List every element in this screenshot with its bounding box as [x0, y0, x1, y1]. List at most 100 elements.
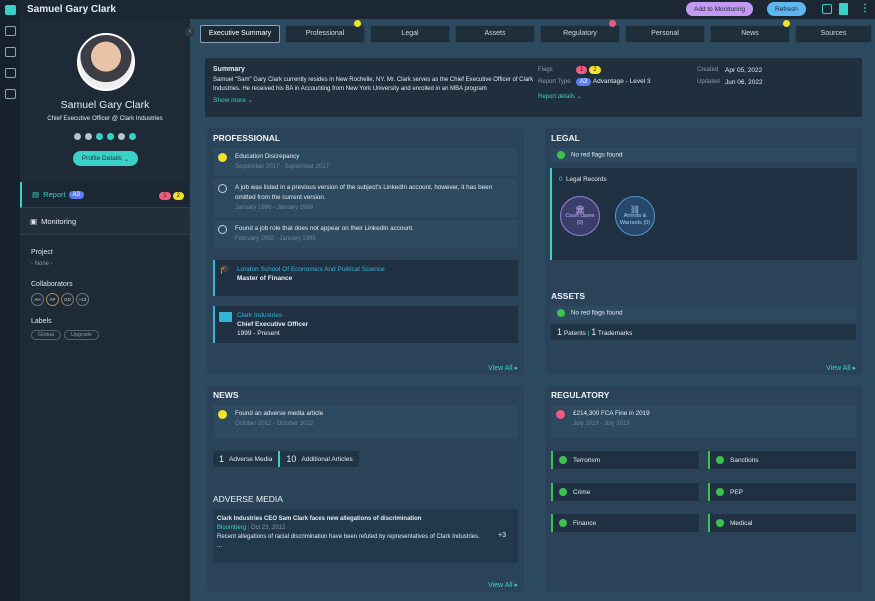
flag-indicator: [609, 20, 616, 27]
check-sanctions[interactable]: Sanctions: [708, 451, 856, 469]
finding-date: September 2017 - September 2017: [235, 164, 330, 170]
briefcase-icon: [219, 312, 232, 322]
summary-title: Summary: [213, 66, 245, 73]
facebook-icon[interactable]: [118, 133, 125, 140]
collaborator-avatar[interactable]: AP: [46, 293, 59, 306]
article-date: Oct 23, 2012: [250, 525, 286, 531]
legal-title: LEGAL: [551, 133, 580, 143]
news-panel: NEWS Found an adverse media article Octob…: [207, 385, 524, 592]
article-card[interactable]: Clark Industries CEO Sam Clark faces new…: [213, 509, 518, 563]
check-terrorism[interactable]: Terrorism: [551, 451, 699, 469]
collaborator-avatar[interactable]: AH: [31, 293, 44, 306]
add-to-monitoring-button[interactable]: Add to Monitoring: [686, 2, 753, 16]
legal-records-count: 0: [559, 176, 563, 183]
finding-text: A job was listed in a previous version o…: [235, 184, 493, 201]
label-tag[interactable]: Upgrade: [63, 330, 100, 340]
company-link[interactable]: Clark Industries: [237, 311, 512, 320]
tab-assets[interactable]: Assets: [455, 25, 535, 43]
youtube-icon[interactable]: [129, 133, 136, 140]
job-card: Clark Industries Chief Executive Officer 1…: [213, 306, 518, 343]
linkedin-icon[interactable]: [107, 133, 114, 140]
tab-personal[interactable]: Personal: [625, 25, 705, 43]
tab-regulatory[interactable]: Regulatory: [540, 20, 620, 43]
tab-sources[interactable]: Sources: [795, 25, 872, 43]
news-view-all[interactable]: View All ▸: [488, 581, 518, 589]
yellow-flag-badge: 2: [589, 66, 601, 74]
legal-status: No red flags found: [551, 148, 856, 162]
chat-nav-icon[interactable]: [4, 89, 16, 99]
pdf-icon[interactable]: [839, 3, 848, 15]
tab-news[interactable]: News: [710, 20, 790, 43]
flags-label: Flags: [538, 67, 553, 73]
patents-count: 1: [557, 327, 563, 337]
tab-legal[interactable]: Legal: [370, 25, 450, 43]
collapse-sidebar-button[interactable]: ‹: [185, 27, 195, 37]
check-icon: [557, 309, 565, 317]
tab-professional[interactable]: Professional: [285, 20, 365, 43]
report-icon: ▤: [32, 190, 40, 199]
handcuffs-icon: ⛓: [629, 204, 641, 214]
check-crime[interactable]: Crime: [551, 483, 699, 501]
article-title[interactable]: Clark Industries CEO Sam Clark faces new…: [217, 515, 514, 524]
finding-date: January 1996 - January 1999: [235, 205, 314, 211]
yellow-flag-badge: 2: [172, 191, 184, 200]
collaborator-avatar[interactable]: GD: [61, 293, 74, 306]
more-articles-count[interactable]: +3: [498, 531, 506, 540]
globe-icon[interactable]: [74, 133, 81, 140]
monitor-nav-icon[interactable]: [4, 68, 16, 78]
trademarks-label[interactable]: Trademarks: [598, 330, 632, 337]
legal-records-card: 0 Legal Records 🏛 Court cases (0) ⛓ Arrests…: [550, 168, 857, 260]
patents-label[interactable]: Patents: [564, 330, 586, 337]
label-tag[interactable]: Global: [31, 330, 61, 340]
app-title: Samuel Gary Clark: [27, 4, 116, 15]
professional-title: PROFESSIONAL: [213, 133, 281, 143]
project-value: - None -: [31, 261, 53, 267]
legal-records-label: Legal Records: [566, 176, 607, 183]
flag-icon: [218, 153, 227, 162]
regulatory-date: July 2019 - July 2019: [573, 421, 630, 427]
check-pep[interactable]: PEP: [708, 483, 856, 501]
profile-nav-icon[interactable]: [4, 5, 16, 15]
sidebar-item-report[interactable]: ▤ Report A3 1 2: [20, 182, 190, 208]
additional-articles-stat[interactable]: 10 Additional Articles: [278, 451, 359, 467]
court-icon: 🏛: [574, 204, 586, 214]
arrests-warrants-button[interactable]: ⛓ Arrests & Warrants (0): [615, 196, 655, 236]
red-flag-badge: 1: [159, 191, 171, 200]
job-period: 1999 - Present: [237, 330, 280, 337]
folder-nav-icon[interactable]: [4, 26, 16, 36]
check-icon: [716, 488, 724, 496]
icon-rail: [0, 0, 20, 601]
adverse-media-title: ADVERSE MEDIA: [213, 494, 283, 504]
profile-details-button[interactable]: Profile Details ⌄: [73, 151, 138, 166]
assets-view-all[interactable]: View All ▸: [826, 364, 856, 372]
tab-executive-summary[interactable]: Executive Summary: [200, 25, 280, 43]
updated-date: Jun 06, 2022: [725, 79, 763, 86]
show-more-link[interactable]: Show more ⌄: [213, 96, 253, 104]
more-menu-icon[interactable]: ⋮: [860, 3, 870, 14]
report-details-link[interactable]: Report details ⌄: [538, 93, 582, 100]
check-icon: [559, 456, 567, 464]
refresh-button[interactable]: Refresh: [767, 2, 806, 16]
sidebar-item-monitoring[interactable]: ▣ Monitoring: [20, 209, 190, 235]
profile-sidebar: Samuel Gary Clark Chief Executive Office…: [20, 19, 190, 601]
finding-text: Found a job role that does not appear on…: [235, 225, 414, 232]
court-cases-button[interactable]: 🏛 Court cases (0): [560, 196, 600, 236]
instagram-icon[interactable]: [85, 133, 92, 140]
report-nav-icon[interactable]: [4, 47, 16, 57]
check-medical[interactable]: Medical: [708, 514, 856, 532]
check-icon: [716, 519, 724, 527]
school-link[interactable]: London School Of Economics And Political…: [237, 265, 512, 274]
profile-role: Chief Executive Officer @ Clark Industri…: [47, 115, 163, 122]
degree: Master of Finance: [237, 275, 293, 282]
professional-view-all[interactable]: View All ▸: [488, 364, 518, 372]
flag-icon: [556, 410, 565, 419]
export-icon[interactable]: [822, 4, 832, 14]
more-collaborators[interactable]: +13: [76, 293, 89, 306]
top-bar: Samuel Gary Clark Add to Monitoring Refr…: [20, 0, 875, 19]
education-card: 🎓 London School Of Economics And Politica…: [213, 260, 518, 296]
news-stats: 1 Adverse Media 10 Additional Articles: [213, 451, 518, 467]
check-finance[interactable]: Finance: [551, 514, 699, 532]
twitter-icon[interactable]: [96, 133, 103, 140]
assets-stats: 1 Patents | 1 Trademarks: [551, 324, 856, 340]
adverse-media-stat[interactable]: 1 Adverse Media: [213, 451, 279, 467]
